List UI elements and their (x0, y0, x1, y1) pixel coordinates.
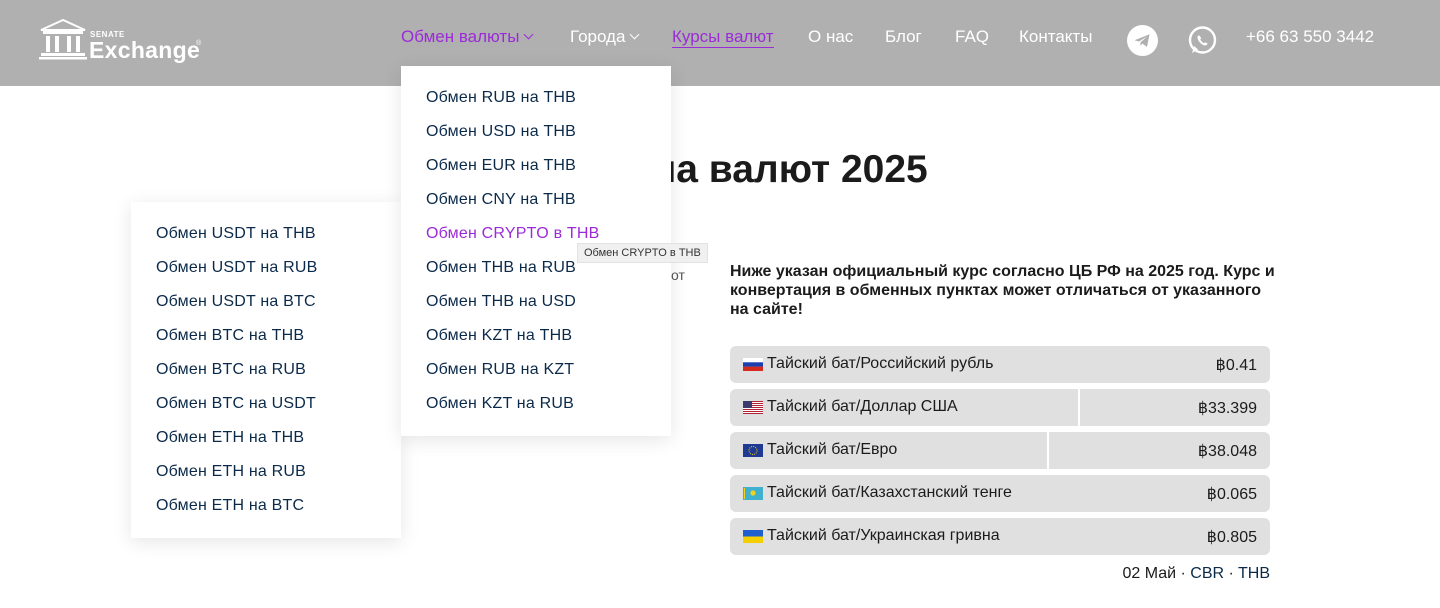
rate-value: ฿0.805 (1206, 529, 1257, 546)
rate-value: ฿33.399 (1197, 400, 1257, 417)
site-logo[interactable]: SENATE Exchange ® (38, 18, 208, 64)
submenu-item[interactable]: Обмен BTC на RUB (156, 361, 306, 379)
dropdown-item[interactable]: Обмен RUB на THB (426, 89, 576, 107)
rate-pair: Тайский бат/Евро (767, 441, 898, 458)
chevron-down-icon (629, 29, 640, 40)
whatsapp-icon[interactable] (1187, 25, 1218, 56)
logo-exchange-text: Exchange (89, 37, 201, 63)
tooltip: Обмен CRYPTO в THB (577, 243, 708, 263)
rate-row: Тайский бат/Российский рубль ฿0.41 (730, 346, 1270, 383)
nav-blog[interactable]: Блог (885, 27, 922, 47)
separator-dot: · (1224, 565, 1238, 582)
row-divider (1078, 389, 1080, 426)
submenu-item[interactable]: Обмен USDT на BTC (156, 293, 316, 311)
logo-registered-mark: ® (196, 40, 202, 47)
ua-flag-icon (743, 530, 763, 543)
eu-flag-icon (743, 444, 763, 457)
rates-notice: Ниже указан официальный курс согласно ЦБ… (730, 263, 1275, 318)
dropdown-item[interactable]: Обмен RUB на KZT (426, 361, 574, 379)
kz-flag-icon (743, 487, 763, 500)
phone-link[interactable]: +66 63 550 3442 (1246, 27, 1374, 47)
rate-row: Тайский бат/Казахстанский тенге ฿0.065 (730, 475, 1270, 512)
submenu-item[interactable]: Обмен BTC на USDT (156, 395, 316, 413)
nav-faq[interactable]: FAQ (955, 27, 989, 47)
rate-row: Тайский бат/Доллар США ฿33.399 (730, 389, 1270, 426)
dropdown-item[interactable]: Обмен EUR на THB (426, 157, 576, 175)
rate-value: ฿0.41 (1215, 357, 1257, 374)
partial-text: от (671, 267, 685, 283)
whatsapp-glyph (1188, 26, 1217, 54)
dropdown-item[interactable]: Обмен CNY на THB (426, 191, 576, 209)
page-title: ена валют 2025 (631, 148, 928, 191)
dropdown-item[interactable]: Обмен USD на THB (426, 123, 576, 141)
rate-row: Тайский бат/Украинская гривна ฿0.805 (730, 518, 1270, 555)
separator-dot: · (1176, 565, 1191, 582)
rate-value: ฿38.048 (1197, 443, 1257, 460)
row-divider (1047, 432, 1049, 469)
rates-date: 02 Май (1122, 565, 1177, 582)
dropdown-item-crypto[interactable]: Обмен CRYPTO в THB (426, 225, 600, 243)
nav-exchange-label: Обмен валюты (401, 27, 520, 46)
dropdown-item[interactable]: Обмен KZT на THB (426, 327, 572, 345)
bank-building-icon (39, 18, 87, 60)
source-link[interactable]: CBR (1190, 565, 1224, 582)
rate-value: ฿0.065 (1206, 486, 1257, 503)
rate-pair: Тайский бат/Доллар США (767, 398, 958, 415)
rates-source-line: 02 Май · CBR · THB (1122, 565, 1270, 583)
crypto-submenu: Обмен USDT на THB Обмен USDT на RUB Обме… (131, 202, 401, 538)
telegram-glyph (1134, 34, 1150, 47)
rate-pair: Тайский бат/Казахстанский тенге (767, 484, 1012, 501)
chevron-down-icon (523, 29, 534, 40)
nav-exchange[interactable]: Обмен валюты (401, 27, 534, 47)
rate-pair: Тайский бат/Украинская гривна (767, 527, 1000, 544)
currency-link[interactable]: THB (1238, 565, 1270, 582)
telegram-icon[interactable] (1127, 25, 1158, 56)
submenu-item[interactable]: Обмен USDT на THB (156, 225, 316, 243)
dropdown-item[interactable]: Обмен THB на USD (426, 293, 576, 311)
submenu-item[interactable]: Обмен BTC на THB (156, 327, 304, 345)
nav-contacts[interactable]: Контакты (1019, 27, 1092, 47)
rate-pair: Тайский бат/Российский рубль (767, 355, 994, 372)
submenu-item[interactable]: Обмен USDT на RUB (156, 259, 318, 277)
submenu-item[interactable]: Обмен ETH на BTC (156, 497, 304, 515)
nav-rates[interactable]: Курсы валют (672, 27, 774, 48)
dropdown-item[interactable]: Обмен THB на RUB (426, 259, 576, 277)
rate-row: Тайский бат/Евро ฿38.048 (730, 432, 1270, 469)
nav-cities-label: Города (570, 27, 626, 46)
submenu-item[interactable]: Обмен ETH на RUB (156, 463, 306, 481)
nav-cities[interactable]: Города (570, 27, 640, 47)
ru-flag-icon (743, 358, 763, 371)
site-header: SENATE Exchange ® Обмен валюты Города Ку… (0, 0, 1440, 86)
submenu-item[interactable]: Обмен ETH на THB (156, 429, 304, 447)
dropdown-item[interactable]: Обмен KZT на RUB (426, 395, 574, 413)
nav-about[interactable]: О нас (808, 27, 853, 47)
us-flag-icon (743, 401, 763, 414)
